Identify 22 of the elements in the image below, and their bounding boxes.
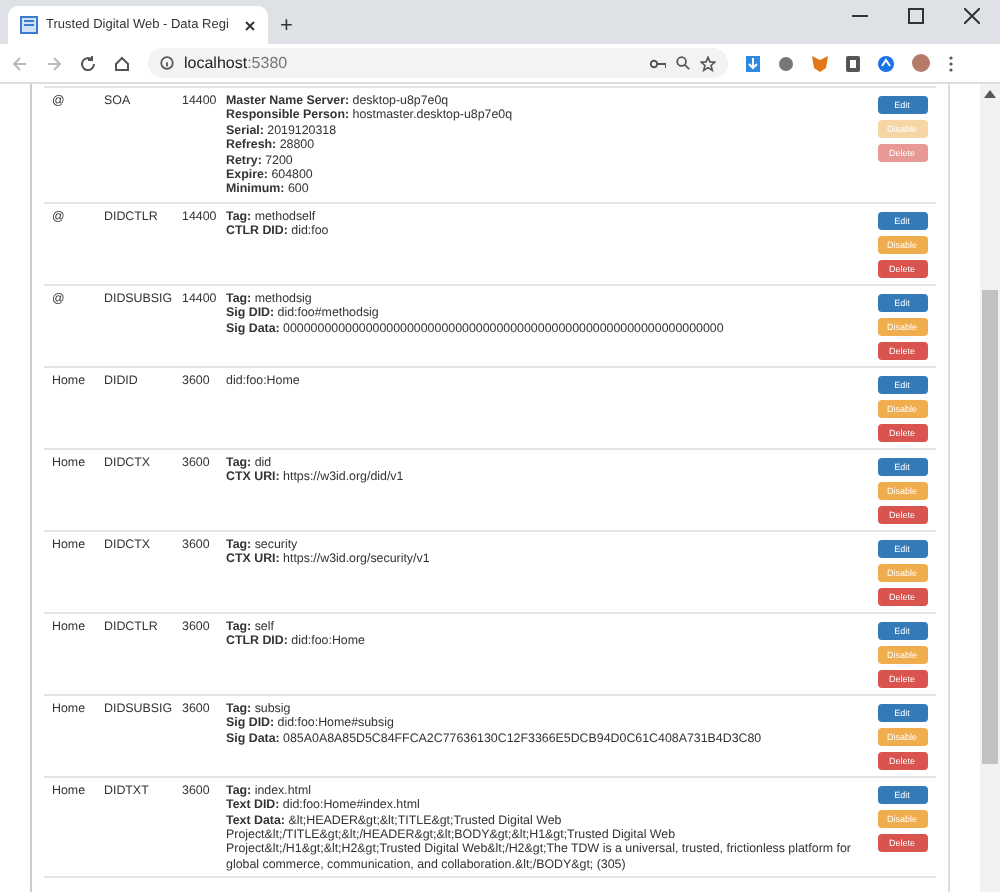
address-bar[interactable]: localhost:5380 bbox=[148, 48, 728, 78]
scroll-up-icon[interactable] bbox=[984, 90, 996, 98]
page-favicon-icon bbox=[20, 16, 38, 34]
url-text: localhost:5380 bbox=[184, 51, 290, 75]
reload-icon[interactable] bbox=[80, 55, 96, 71]
zoom-icon[interactable] bbox=[676, 56, 690, 70]
new-tab-button[interactable]: + bbox=[276, 16, 297, 38]
extension-icon[interactable] bbox=[878, 55, 894, 71]
maximize-icon[interactable] bbox=[908, 8, 924, 24]
scrollbar[interactable] bbox=[980, 84, 1000, 892]
menu-icon[interactable] bbox=[948, 55, 954, 71]
star-icon[interactable] bbox=[700, 55, 716, 71]
download-extension-icon[interactable] bbox=[746, 55, 760, 71]
extension-icon[interactable] bbox=[778, 55, 794, 71]
home-icon[interactable] bbox=[114, 55, 130, 71]
close-icon[interactable] bbox=[244, 19, 256, 31]
avatar-icon[interactable] bbox=[912, 54, 930, 72]
fox-extension-icon[interactable] bbox=[812, 55, 828, 71]
key-icon[interactable] bbox=[650, 57, 666, 69]
info-icon[interactable] bbox=[160, 56, 174, 70]
close-window-icon[interactable] bbox=[964, 8, 980, 24]
scrollbar-thumb[interactable] bbox=[982, 290, 998, 764]
